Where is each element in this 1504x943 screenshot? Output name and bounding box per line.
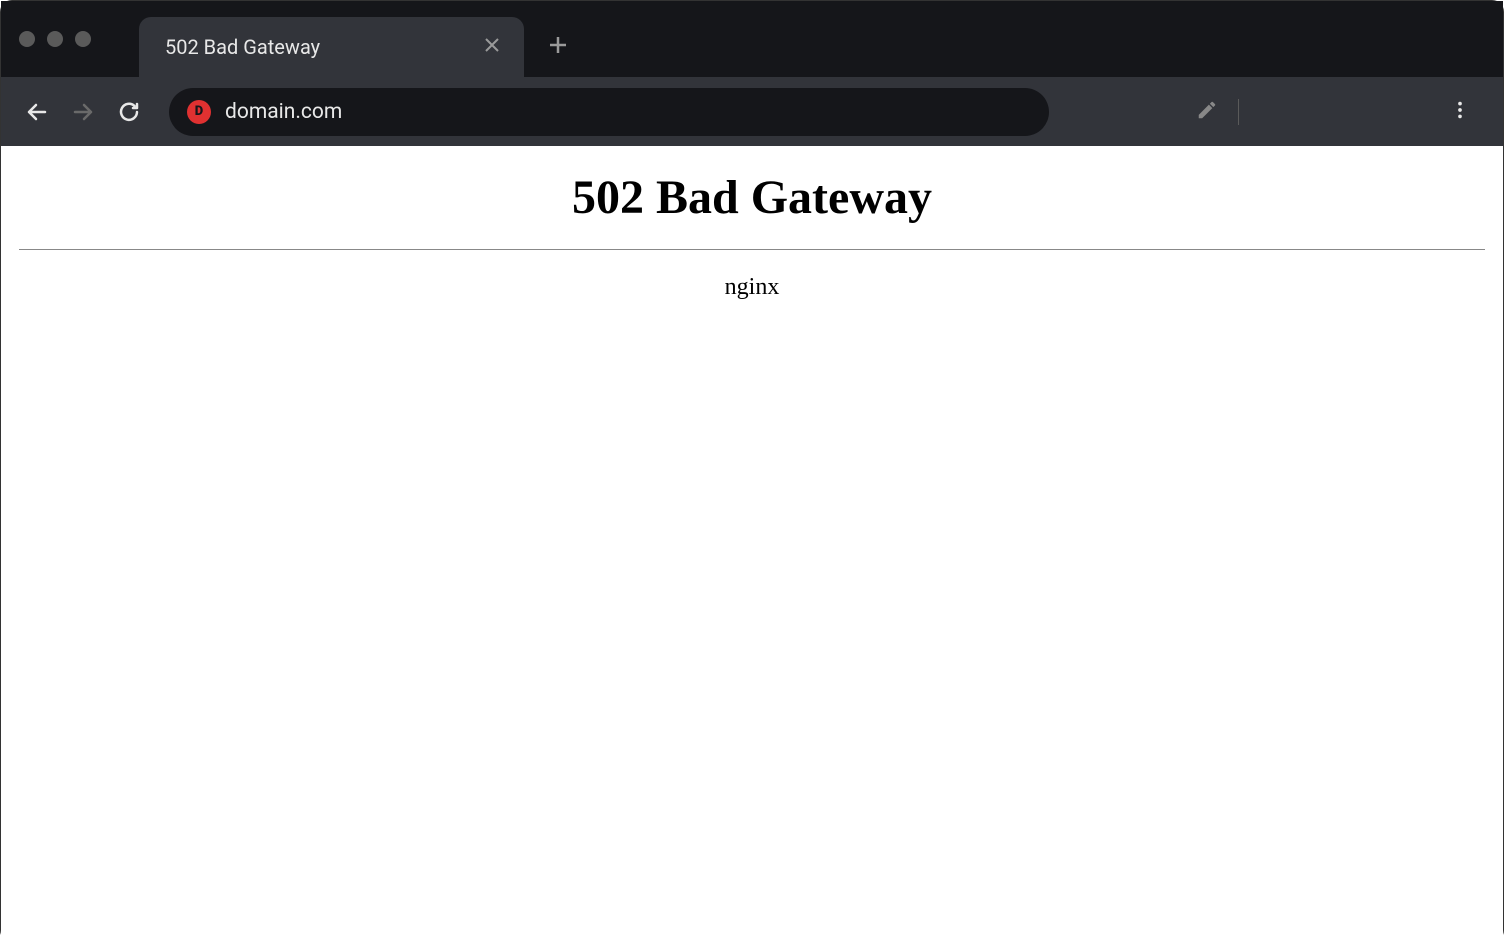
browser-tab[interactable]: 502 Bad Gateway: [139, 17, 524, 77]
toolbar-separator: [1238, 99, 1239, 125]
close-window-button[interactable]: [19, 31, 35, 47]
server-name: nginx: [19, 274, 1485, 301]
back-button[interactable]: [19, 94, 55, 130]
window-controls: [19, 31, 91, 47]
horizontal-rule: [19, 249, 1485, 250]
error-heading: 502 Bad Gateway: [19, 170, 1485, 225]
maximize-window-button[interactable]: [75, 31, 91, 47]
reload-button[interactable]: [111, 94, 147, 130]
forward-button[interactable]: [65, 94, 101, 130]
tab-bar: 502 Bad Gateway: [1, 1, 1503, 77]
url-text: domain.com: [225, 100, 342, 124]
address-bar[interactable]: D domain.com: [169, 88, 1049, 136]
tab-title: 502 Bad Gateway: [165, 35, 320, 59]
minimize-window-button[interactable]: [47, 31, 63, 47]
toolbar-right: [1196, 99, 1239, 125]
edit-icon[interactable]: [1196, 99, 1218, 125]
site-favicon-icon: D: [187, 100, 211, 124]
close-tab-icon[interactable]: [480, 32, 504, 62]
browser-chrome: 502 Bad Gateway: [1, 1, 1503, 146]
browser-toolbar: D domain.com: [1, 77, 1503, 146]
new-tab-button[interactable]: [548, 34, 568, 60]
browser-menu-button[interactable]: [1449, 99, 1471, 125]
page-content: 502 Bad Gateway nginx: [1, 146, 1503, 943]
